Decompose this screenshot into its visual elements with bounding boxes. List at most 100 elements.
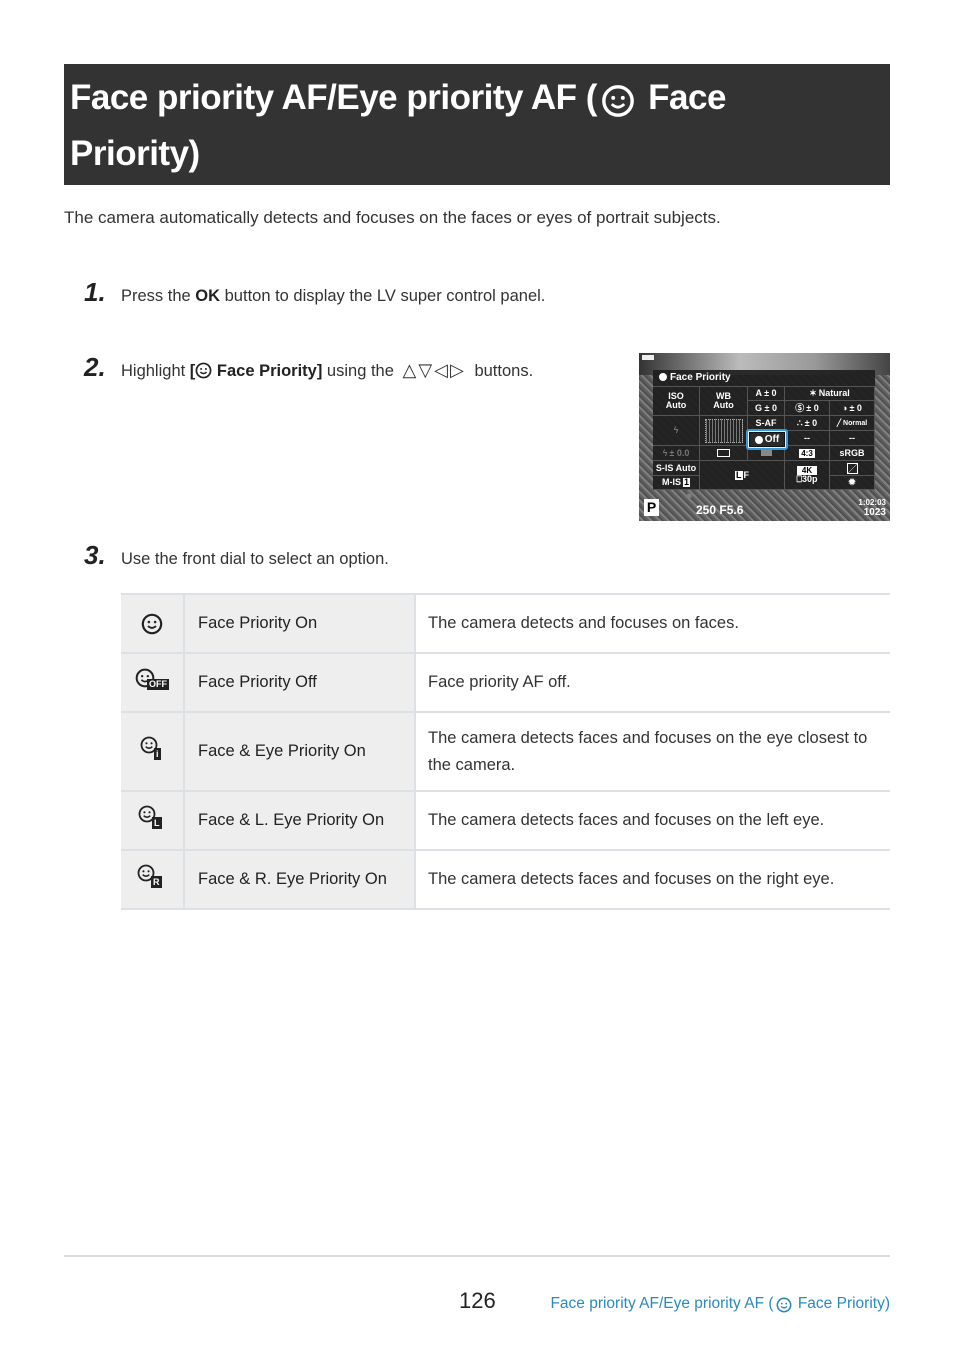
page-title: Face priority AF/Eye priority AF ( Face … xyxy=(70,70,884,182)
footer-divider xyxy=(64,1255,890,1257)
shutter-speed: 250 xyxy=(696,503,717,517)
video-fps-value: 30p xyxy=(801,474,818,484)
metering-icon xyxy=(760,450,772,456)
option-name: Face & Eye Priority On xyxy=(184,711,416,792)
flash-comp-value: ± 0.0 xyxy=(669,447,690,458)
face-priority-label: Face Priority] xyxy=(212,362,323,380)
step-text-before: Press the xyxy=(121,287,196,305)
option-description: The camera detects faces and focuses on … xyxy=(415,790,890,851)
panel-title: Face Priority xyxy=(670,372,731,383)
flash-icon: ϟ xyxy=(662,447,668,458)
recording-time: 1:02:03 xyxy=(858,498,886,507)
af-target-cell xyxy=(700,416,748,446)
flash-mode-cell: ϟ xyxy=(653,416,700,446)
sharpness-icon: Ⓢ xyxy=(795,402,805,413)
aperture: F5.6 xyxy=(719,503,744,517)
exposure-comp-icon xyxy=(846,462,858,474)
dash-cell-2: -- xyxy=(830,431,875,446)
video-fps-row: ⎕30p xyxy=(797,475,818,484)
table-row: R Face & R. Eye Priority On The camera d… xyxy=(121,849,890,910)
large-icon: L xyxy=(735,469,743,480)
gradation-cell: ╱ Normal xyxy=(830,416,875,431)
page-number: 126 xyxy=(459,1288,496,1313)
footer-section-link[interactable]: Face priority AF/Eye priority AF ( Face … xyxy=(550,1295,890,1313)
shooting-mode-badge: P xyxy=(644,499,659,516)
sharpness-value: ± 0 xyxy=(806,402,819,413)
m-is-number: 1 xyxy=(682,477,690,487)
wb-value: WB Auto xyxy=(713,390,734,410)
face-left-eye-priority-icon: L xyxy=(138,805,166,831)
dash-value: -- xyxy=(849,432,855,443)
face-priority-off-icon: OFF xyxy=(135,668,169,692)
face-icon xyxy=(195,362,212,379)
table-row: OFF Face Priority Off Face priority AF o… xyxy=(121,652,890,713)
step-number: 3. xyxy=(84,540,106,570)
camera-lv-super-control-panel-image: Face Priority ISO Auto WB Auto A ± 0 G ±… xyxy=(639,353,890,521)
selected-value-box: Off xyxy=(749,432,785,447)
eye-badge: i xyxy=(154,748,161,760)
footer-link-text-part1: Face priority AF/Eye priority AF ( xyxy=(550,1295,774,1312)
s-is-cell: S-IS Auto xyxy=(653,461,700,476)
sharpness-cell: Ⓢ ± 0 xyxy=(785,401,830,416)
title-text-part2: Face xyxy=(638,78,726,117)
dash-value: -- xyxy=(804,432,810,443)
ok-button-label: OK xyxy=(195,287,221,305)
iso-value: ISO Auto xyxy=(665,390,687,410)
video-quality-cell: 4K ⎕30p xyxy=(785,461,830,490)
arrow-buttons-icon: △▽◁▷ xyxy=(402,360,466,380)
wb-cell: WB Auto xyxy=(700,386,748,416)
intro-paragraph: The camera automatically detects and foc… xyxy=(64,208,721,228)
face-eye-priority-icon: i xyxy=(140,736,164,762)
picture-mode-value: Natural xyxy=(818,387,850,398)
saturation-value: ± 0 xyxy=(804,417,818,428)
option-icon-cell: OFF xyxy=(121,652,185,713)
option-name: Face Priority On xyxy=(184,593,416,654)
step-text: Use the front dial to select an option. xyxy=(121,550,389,568)
contrast-value: ± 0 xyxy=(849,402,862,413)
settings-cell: ✹ xyxy=(830,476,875,490)
contrast-cell: ◑ ± 0 xyxy=(830,401,875,416)
option-description: Face priority AF off. xyxy=(415,652,890,713)
aspect-cell: 4:3 xyxy=(785,446,830,461)
option-icon-cell: R xyxy=(121,849,185,910)
step-text: Highlight [ Face Priority] using the △▽◁… xyxy=(121,360,533,382)
wb-g-cell: G ± 0 xyxy=(748,401,785,416)
quality-value: F xyxy=(743,469,750,480)
options-table: Face Priority On The camera detects and … xyxy=(121,593,890,910)
s-is-value: S-IS Auto xyxy=(655,462,697,473)
table-row: L Face & L. Eye Priority On The camera d… xyxy=(121,790,890,851)
left-eye-badge: L xyxy=(152,817,162,829)
exposure-cell xyxy=(830,461,875,476)
af-grid-icon xyxy=(704,418,743,443)
step-3: 3. Use the front dial to select an optio… xyxy=(84,540,389,571)
table-row: Face Priority On The camera detects and … xyxy=(121,593,890,654)
saturation-cell: ∴ ± 0 xyxy=(785,416,830,431)
flash-icon: ϟ xyxy=(673,425,679,435)
iso-cell: ISO Auto xyxy=(653,386,700,416)
super-control-panel: Face Priority ISO Auto WB Auto A ± 0 G ±… xyxy=(653,370,875,490)
right-eye-badge: R xyxy=(151,876,162,888)
exposure-readout: 250 F5.6 xyxy=(696,503,743,517)
page-title-bar: Face priority AF/Eye priority AF ( Face … xyxy=(64,64,890,185)
step-number: 2. xyxy=(84,352,106,382)
step-text: Press the OK button to display the LV su… xyxy=(121,287,545,306)
m-is-value: M-IS xyxy=(661,477,681,487)
intro-text: The camera automatically detects and foc… xyxy=(64,208,721,227)
gear-icon: ✹ xyxy=(848,477,856,487)
table-row: i Face & Eye Priority On The camera dete… xyxy=(121,711,890,792)
face-right-eye-priority-icon: R xyxy=(137,864,167,890)
step-2: 2. Highlight [ Face Priority] using the … xyxy=(84,352,533,383)
option-name: Face Priority Off xyxy=(184,652,416,713)
m-is-cell: M-IS 1 xyxy=(653,476,700,490)
flash-comp-cell: ϟ ± 0.0 xyxy=(653,446,700,461)
wb-a-value: A ± 0 xyxy=(755,387,777,398)
title-text-part1: Face priority AF/Eye priority AF ( xyxy=(70,78,597,117)
shots-remaining: 1023 xyxy=(863,507,886,518)
step-1: 1. Press the OK button to display the LV… xyxy=(84,277,545,308)
face-icon xyxy=(659,373,667,381)
aspect-value: 4:3 xyxy=(799,448,815,458)
off-badge: OFF xyxy=(147,679,169,690)
option-description: The camera detects faces and focuses on … xyxy=(415,711,890,792)
option-description: The camera detects and focuses on faces. xyxy=(415,593,890,654)
image-quality-cell: LF xyxy=(700,461,785,490)
